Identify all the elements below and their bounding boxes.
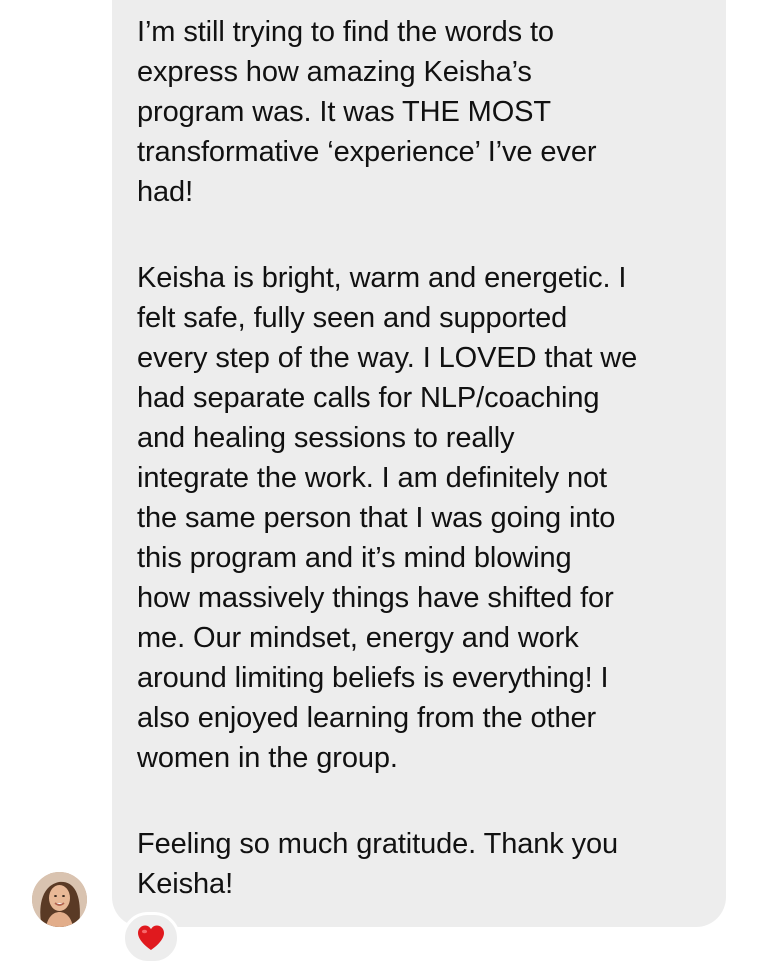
message-line: how massively things have shifted for — [137, 582, 614, 614]
message-line: had separate calls for NLP/coaching — [137, 382, 600, 414]
message-line: I’m still trying to find the words to — [137, 16, 554, 48]
message-line: program was. It was THE MOST — [137, 96, 552, 128]
message-line: this program and it’s mind blowing — [137, 542, 572, 574]
message-paragraph-2: Keisha is bright, warm and energetic. I … — [137, 258, 706, 778]
message-line: Keisha is bright, warm and energetic. I — [137, 262, 627, 294]
profile-photo-icon — [32, 872, 87, 927]
message-line: transformative ‘experience’ I’ve ever — [137, 136, 597, 168]
message-line: integrate the work. I am definitely not — [137, 462, 608, 494]
message-line: also enjoyed learning from the other — [137, 702, 597, 734]
avatar[interactable] — [32, 872, 87, 927]
message-line: Feeling so much gratitude. Thank you — [137, 828, 619, 860]
message-line: women in the group. — [137, 742, 398, 774]
message-paragraph-1: I’m still trying to find the words to ex… — [137, 12, 706, 212]
heart-icon — [138, 925, 164, 950]
message-line: the same person that I was going into — [137, 502, 616, 534]
message-line: and healing sessions to really — [137, 422, 515, 454]
message-line: felt safe, fully seen and supported — [137, 302, 568, 334]
message-paragraph-3: Feeling so much gratitude. Thank you Kei… — [137, 824, 706, 904]
message-line: around limiting beliefs is everything! I — [137, 662, 609, 694]
message-line: express how amazing Keisha’s — [137, 56, 532, 88]
message-bubble[interactable]: I’m still trying to find the words to ex… — [112, 0, 726, 927]
message-line: every step of the way. I LOVED that we — [137, 342, 638, 374]
message-line: Keisha! — [137, 868, 234, 900]
message-line: me. Our mindset, energy and work — [137, 622, 579, 654]
message-line: had! — [137, 176, 194, 208]
heart-reaction[interactable] — [122, 912, 180, 964]
